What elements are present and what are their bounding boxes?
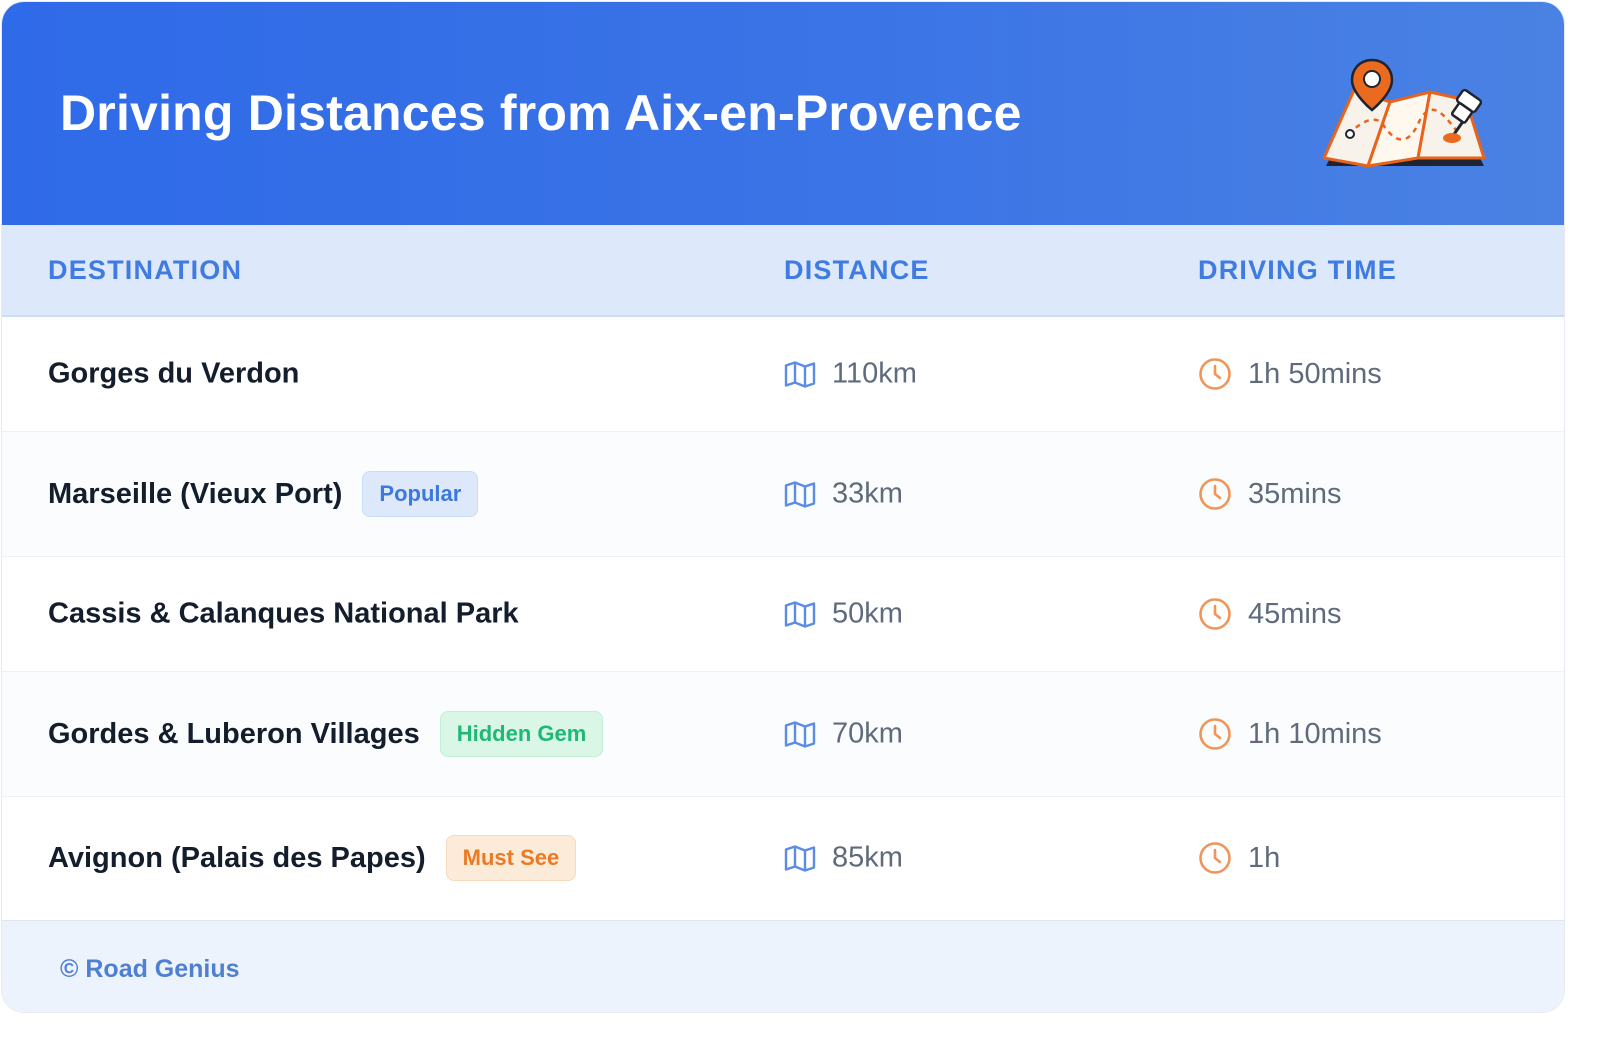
distance-cell: 85km — [784, 842, 903, 875]
table-row: Cassis & Calanques National Park 50km 45… — [2, 557, 1564, 672]
time-value: 35mins — [1248, 477, 1342, 510]
map-icon — [784, 480, 816, 508]
time-cell: 35mins — [1198, 477, 1342, 511]
map-pin-icon — [1322, 58, 1486, 168]
destination-name: Marseille (Vieux Port) — [48, 477, 343, 510]
distance-value: 50km — [832, 597, 903, 630]
time-cell: 1h 10mins — [1198, 717, 1382, 751]
time-value: 1h 10mins — [1248, 717, 1382, 750]
clock-icon — [1199, 598, 1231, 630]
clock-icon — [1199, 718, 1231, 750]
status-badge: Must See — [445, 835, 577, 881]
clock-icon — [1199, 358, 1231, 390]
time-cell: 1h — [1198, 841, 1280, 875]
destination-name: Gorges du Verdon — [48, 357, 300, 390]
column-header-driving-time: DRIVING TIME — [1198, 255, 1397, 285]
distance-value: 85km — [832, 841, 903, 874]
distance-cell: 110km — [784, 358, 917, 391]
table-row: Marseille (Vieux Port) Popular 33km 35mi… — [2, 432, 1564, 557]
distance-card: Driving Distances from Aix-en-Provence D… — [2, 2, 1564, 1012]
clock-icon — [1199, 478, 1231, 510]
table-row: Avignon (Palais des Papes) Must See 85km… — [2, 797, 1564, 919]
column-header-distance: DISTANCE — [784, 255, 930, 285]
map-icon — [784, 360, 816, 388]
destination-name: Gordes & Luberon Villages — [48, 717, 420, 750]
destination-cell: Gorges du Verdon — [48, 358, 299, 391]
destination-cell: Marseille (Vieux Port) Popular — [48, 471, 479, 517]
footer: © Road Genius — [2, 920, 1564, 1012]
distance-cell: 33km — [784, 478, 903, 511]
time-cell: 1h 50mins — [1198, 357, 1382, 391]
table-header: DESTINATION DISTANCE DRIVING TIME — [2, 225, 1564, 317]
time-value: 45mins — [1248, 597, 1342, 630]
header: Driving Distances from Aix-en-Provence — [2, 2, 1564, 225]
distance-value: 70km — [832, 717, 903, 750]
destination-name: Avignon (Palais des Papes) — [48, 841, 426, 874]
table-row: Gorges du Verdon 110km 1h 50mins — [2, 317, 1564, 432]
column-header-destination: DESTINATION — [48, 255, 243, 285]
distance-cell: 70km — [784, 718, 903, 751]
clock-icon — [1199, 842, 1231, 874]
distance-value: 33km — [832, 477, 903, 510]
map-icon — [784, 844, 816, 872]
time-cell: 45mins — [1198, 597, 1342, 631]
status-badge: Hidden Gem — [439, 711, 604, 757]
destination-cell: Avignon (Palais des Papes) Must See — [48, 835, 577, 881]
map-icon — [784, 720, 816, 748]
destination-name: Cassis & Calanques National Park — [48, 597, 519, 630]
table-row: Gordes & Luberon Villages Hidden Gem 70k… — [2, 672, 1564, 797]
distance-cell: 50km — [784, 598, 903, 631]
destination-cell: Cassis & Calanques National Park — [48, 598, 519, 631]
destination-cell: Gordes & Luberon Villages Hidden Gem — [48, 711, 604, 757]
copyright-text: © Road Genius — [60, 955, 240, 983]
time-value: 1h 50mins — [1248, 357, 1382, 390]
page-title: Driving Distances from Aix-en-Provence — [60, 85, 1022, 141]
map-icon — [784, 600, 816, 628]
status-badge: Popular — [362, 471, 479, 517]
distance-value: 110km — [832, 357, 917, 390]
time-value: 1h — [1248, 841, 1281, 874]
